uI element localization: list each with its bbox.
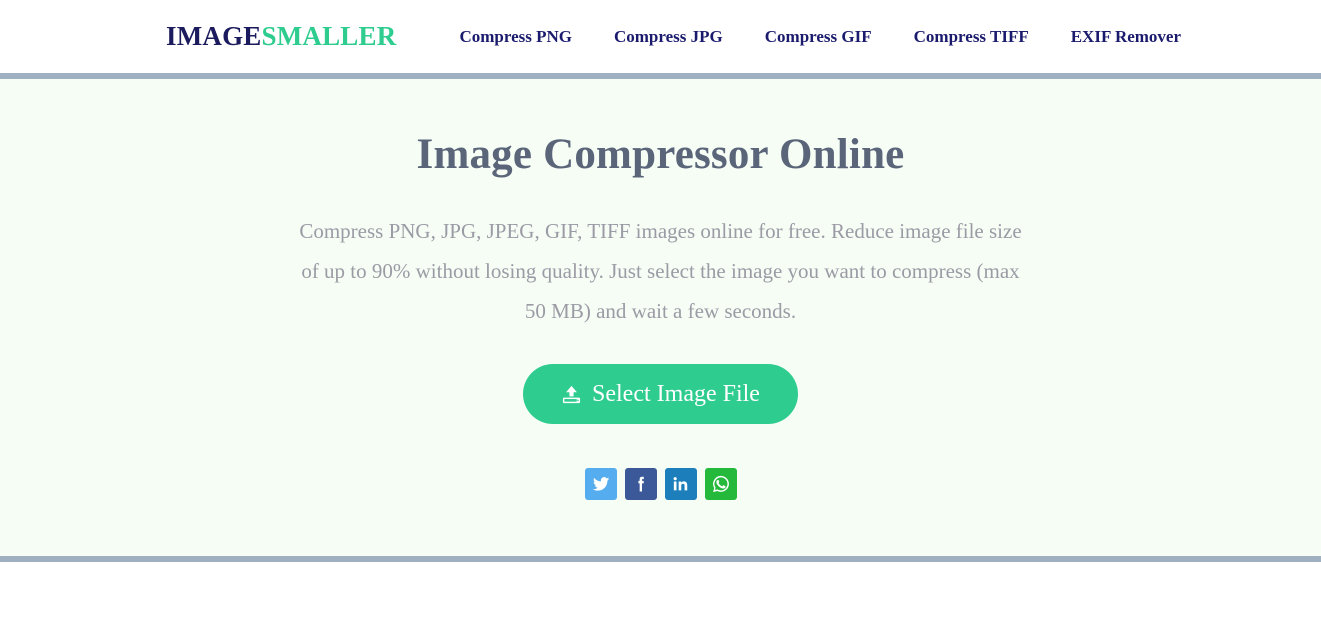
logo-text-smaller: SMALLER: [261, 21, 397, 51]
site-header: IMAGESMALLER Compress PNG Compress JPG C…: [0, 0, 1321, 73]
nav-compress-jpg[interactable]: Compress JPG: [593, 28, 744, 45]
upload-icon: [561, 384, 582, 405]
social-facebook-button[interactable]: [624, 468, 657, 501]
social-whatsapp-button[interactable]: [704, 468, 737, 501]
select-image-file-button[interactable]: Select Image File: [523, 364, 798, 425]
select-image-file-label: Select Image File: [592, 381, 760, 408]
select-button-wrapper: Select Image File: [0, 331, 1321, 425]
site-logo[interactable]: IMAGESMALLER: [166, 23, 396, 50]
twitter-icon: [592, 477, 609, 492]
nav-compress-png[interactable]: Compress PNG: [438, 28, 593, 45]
logo-text-image: IMAGE: [166, 21, 262, 51]
social-twitter-button[interactable]: [584, 468, 617, 501]
nav-exif-remover[interactable]: EXIF Remover: [1050, 28, 1202, 45]
nav-compress-tiff[interactable]: Compress TIFF: [893, 28, 1050, 45]
footer-area: [0, 562, 1321, 640]
nav-compress-gif[interactable]: Compress GIF: [744, 28, 893, 45]
page-title: Image Compressor Online: [416, 131, 905, 178]
hero-section: Image Compressor Online Compress PNG, JP…: [0, 79, 1321, 556]
social-share-row: [0, 468, 1321, 501]
social-linkedin-button[interactable]: [664, 468, 697, 501]
whatsapp-icon: [712, 476, 729, 493]
hero-description: Compress PNG, JPG, JPEG, GIF, TIFF image…: [299, 219, 1022, 324]
linkedin-icon: [673, 477, 687, 491]
facebook-icon: [637, 477, 644, 492]
main-navigation: Compress PNG Compress JPG Compress GIF C…: [438, 28, 1202, 45]
